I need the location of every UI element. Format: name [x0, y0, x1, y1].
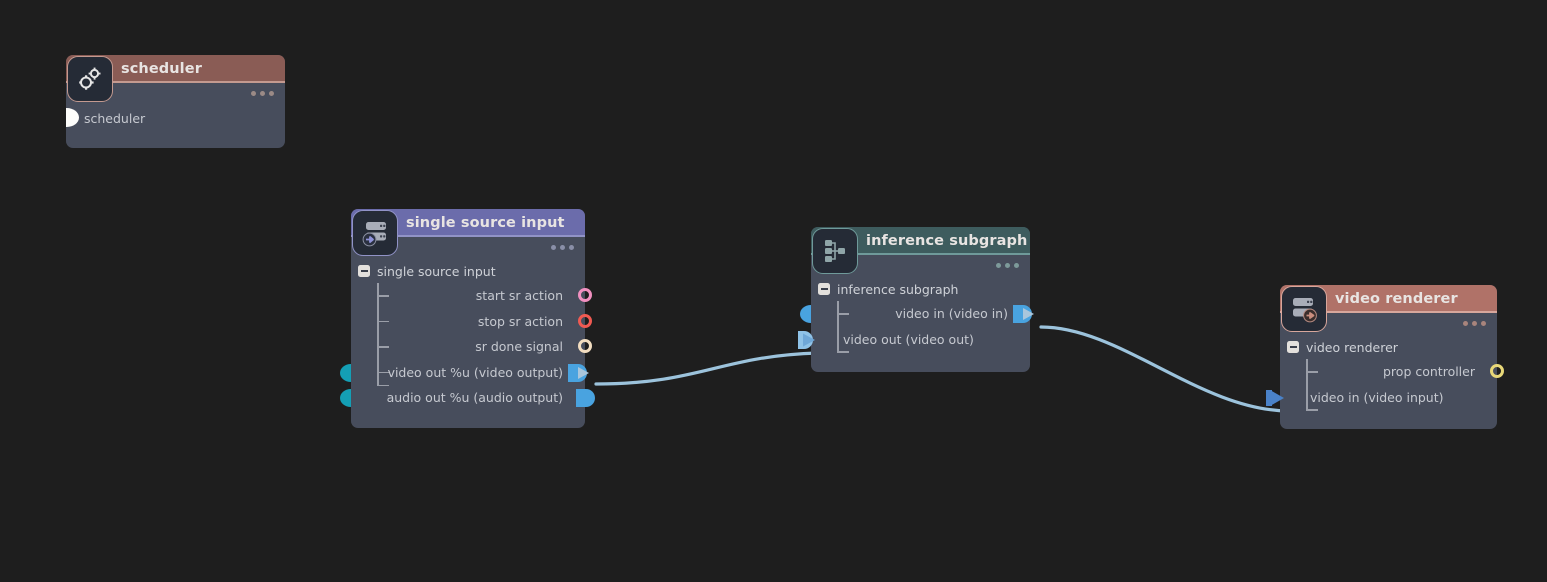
tree-root-inference-subgraph[interactable]: inference subgraph [811, 277, 1030, 301]
port-stop-sr-action[interactable] [578, 313, 592, 328]
port-inference-video-out[interactable] [798, 330, 820, 354]
port-row-stop-sr-action[interactable]: stop sr action [351, 309, 592, 335]
tree-root-video-renderer[interactable]: video renderer [1280, 335, 1497, 359]
port-prop-controller[interactable] [1490, 364, 1504, 378]
node-single-source-input-title: single source input [406, 215, 565, 231]
port-label-start-sr-action: start sr action [475, 288, 563, 304]
port-row-start-sr-action[interactable]: start sr action [351, 283, 592, 309]
tree-root-label-video-renderer: video renderer [1306, 339, 1398, 355]
tree-root-label-inference-subgraph: inference subgraph [837, 281, 959, 297]
node-scheduler-title: scheduler [121, 61, 202, 77]
port-row-prop-controller[interactable]: prop controller [1280, 359, 1504, 385]
node-inference-subgraph[interactable]: inference subgraph inference subgraph vi… [798, 227, 1034, 372]
node-single-source-input[interactable]: single source input single source input [340, 209, 595, 428]
port-audio-out-input-stub[interactable] [340, 389, 351, 407]
node-single-source-input-body: single source input start sr action stop… [340, 237, 595, 411]
gears-icon [67, 56, 113, 102]
port-inference-video-in-stub[interactable] [800, 305, 811, 323]
node-inference-subgraph-title: inference subgraph [866, 233, 1028, 249]
node-video-renderer-menu-dots-icon[interactable] [1463, 321, 1486, 326]
port-label-prop-controller: prop controller [1383, 364, 1475, 380]
collapse-toggle-video-renderer[interactable] [1287, 341, 1299, 353]
port-label-video-renderer-video-in: video in (video input) [1310, 389, 1444, 405]
node-video-renderer-title: video renderer [1335, 291, 1458, 307]
port-audio-out[interactable] [576, 388, 596, 412]
tree-root-label-single-source-input: single source input [377, 263, 496, 279]
collapse-toggle-single-source-input[interactable] [358, 265, 370, 277]
wire-inference-to-video-renderer [1039, 325, 1290, 413]
wire-single-source-to-inference [594, 351, 820, 386]
rack-input-icon [1281, 286, 1327, 332]
port-row-video-renderer-video-in[interactable]: video in (video input) [1266, 385, 1497, 411]
node-graph-canvas[interactable]: scheduler scheduler single source input … [0, 0, 1547, 582]
port-video-out-input-stub[interactable] [340, 363, 351, 382]
port-scheduler-out[interactable] [66, 108, 79, 127]
port-start-sr-action[interactable] [578, 288, 592, 302]
port-video-renderer-video-in[interactable] [1266, 388, 1288, 412]
port-row-audio-out[interactable]: audio out %u (audio output) [340, 385, 595, 411]
port-row-sr-done-signal[interactable]: sr done signal [351, 334, 592, 360]
subgraph-hierarchy-icon [812, 228, 858, 274]
port-inference-video-in[interactable] [1013, 304, 1041, 328]
port-label-stop-sr-action: stop sr action [477, 313, 563, 329]
port-sr-done-signal[interactable] [578, 339, 592, 353]
port-label-sr-done-signal: sr done signal [475, 339, 563, 355]
rack-output-icon [352, 210, 398, 256]
tree-root-single-source-input[interactable]: single source input [351, 259, 585, 283]
node-video-renderer[interactable]: video renderer video renderer prop contr… [1266, 285, 1504, 429]
port-label-inference-video-in: video in (video in) [895, 306, 1008, 322]
port-label-video-out: video out %u (video output) [387, 364, 563, 380]
node-scheduler-menu-dots-icon[interactable] [251, 91, 274, 96]
port-label-scheduler: scheduler [84, 110, 146, 126]
node-inference-subgraph-menu-dots-icon[interactable] [996, 263, 1019, 268]
collapse-toggle-inference-subgraph[interactable] [818, 283, 830, 295]
port-video-out[interactable] [568, 363, 596, 387]
port-row-inference-video-out[interactable]: video out (video out) [798, 327, 1030, 353]
port-row-video-out[interactable]: video out %u (video output) [340, 360, 589, 386]
port-label-inference-video-out: video out (video out) [843, 331, 974, 347]
port-label-audio-out: audio out %u (audio output) [386, 390, 563, 406]
node-scheduler[interactable]: scheduler scheduler [66, 55, 285, 148]
node-single-source-input-menu-dots-icon[interactable] [551, 245, 574, 250]
port-row-scheduler[interactable]: scheduler [66, 105, 285, 131]
port-row-inference-video-in[interactable]: video in (video in) [800, 301, 1034, 327]
